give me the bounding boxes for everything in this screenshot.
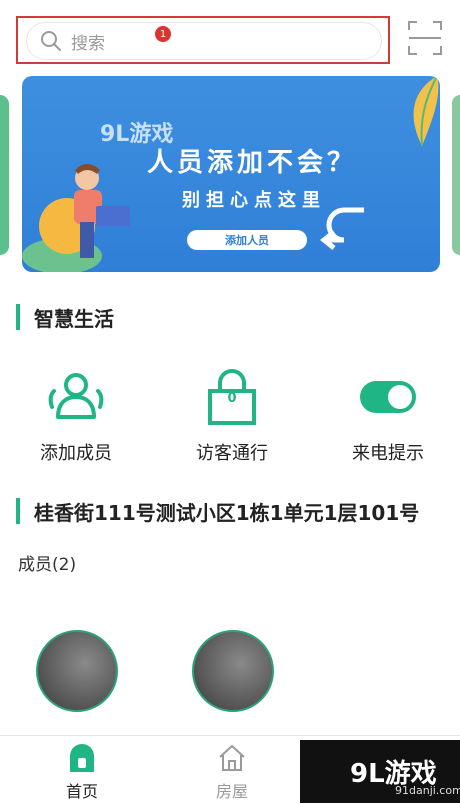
people-icon: [48, 373, 104, 419]
notification-badge: 1: [155, 26, 171, 42]
avatar[interactable]: [36, 630, 118, 712]
house-icon: [219, 744, 245, 771]
search-input[interactable]: 搜索: [26, 22, 382, 60]
members-count: 成员(2): [18, 555, 77, 575]
feature-label: 来电提示: [352, 443, 424, 464]
promo-banner[interactable]: 9L游戏 人员添加不会？ 别担心点这里 添加人员: [22, 76, 440, 272]
feature-label: 访客通行: [196, 443, 268, 464]
carousel-prev-slide[interactable]: [0, 95, 9, 255]
smart-life-header: 智慧生活: [16, 303, 114, 331]
feature-label: 添加成员: [40, 443, 112, 464]
visitor-pass-button[interactable]: 0 访客通行: [172, 367, 292, 465]
home-icon: [70, 744, 94, 772]
scan-icon[interactable]: [405, 18, 445, 58]
add-member-button[interactable]: 添加成员: [16, 367, 136, 465]
search-placeholder: 搜索: [71, 33, 105, 54]
banner-headline: 人员添加不会？: [147, 148, 358, 178]
banner-subline: 别担心点这里: [182, 190, 326, 211]
return-arrow-icon: [319, 207, 364, 250]
tab-home[interactable]: 首页: [42, 742, 122, 802]
tab-label: 房屋: [215, 782, 248, 801]
search-highlight-frame: 搜索 1: [16, 16, 390, 64]
section-title: 智慧生活: [34, 306, 114, 331]
tab-house[interactable]: 房屋: [192, 742, 272, 802]
watermark-logo: 9L游戏 91danji.com: [300, 740, 460, 803]
avatar[interactable]: [192, 630, 274, 712]
section-accent-bar: [16, 498, 20, 524]
tab-label: 首页: [65, 782, 98, 801]
toggle-icon: [360, 381, 416, 413]
search-icon: [41, 31, 61, 51]
address-header: 桂香街111号测试小区1栋1单元1层101号: [16, 497, 419, 525]
leaf-icon: [413, 76, 439, 146]
call-alert-toggle[interactable]: 来电提示: [328, 367, 448, 465]
carousel-next-slide[interactable]: [452, 95, 460, 255]
section-accent-bar: [16, 304, 20, 330]
person-illustration: [22, 164, 130, 272]
add-person-button[interactable]: 添加人员: [187, 230, 307, 250]
lock-digit: 0: [227, 391, 237, 406]
watermark-url: 91danji.com: [395, 784, 460, 797]
address-title: 桂香街111号测试小区1栋1单元1层101号: [34, 500, 420, 525]
